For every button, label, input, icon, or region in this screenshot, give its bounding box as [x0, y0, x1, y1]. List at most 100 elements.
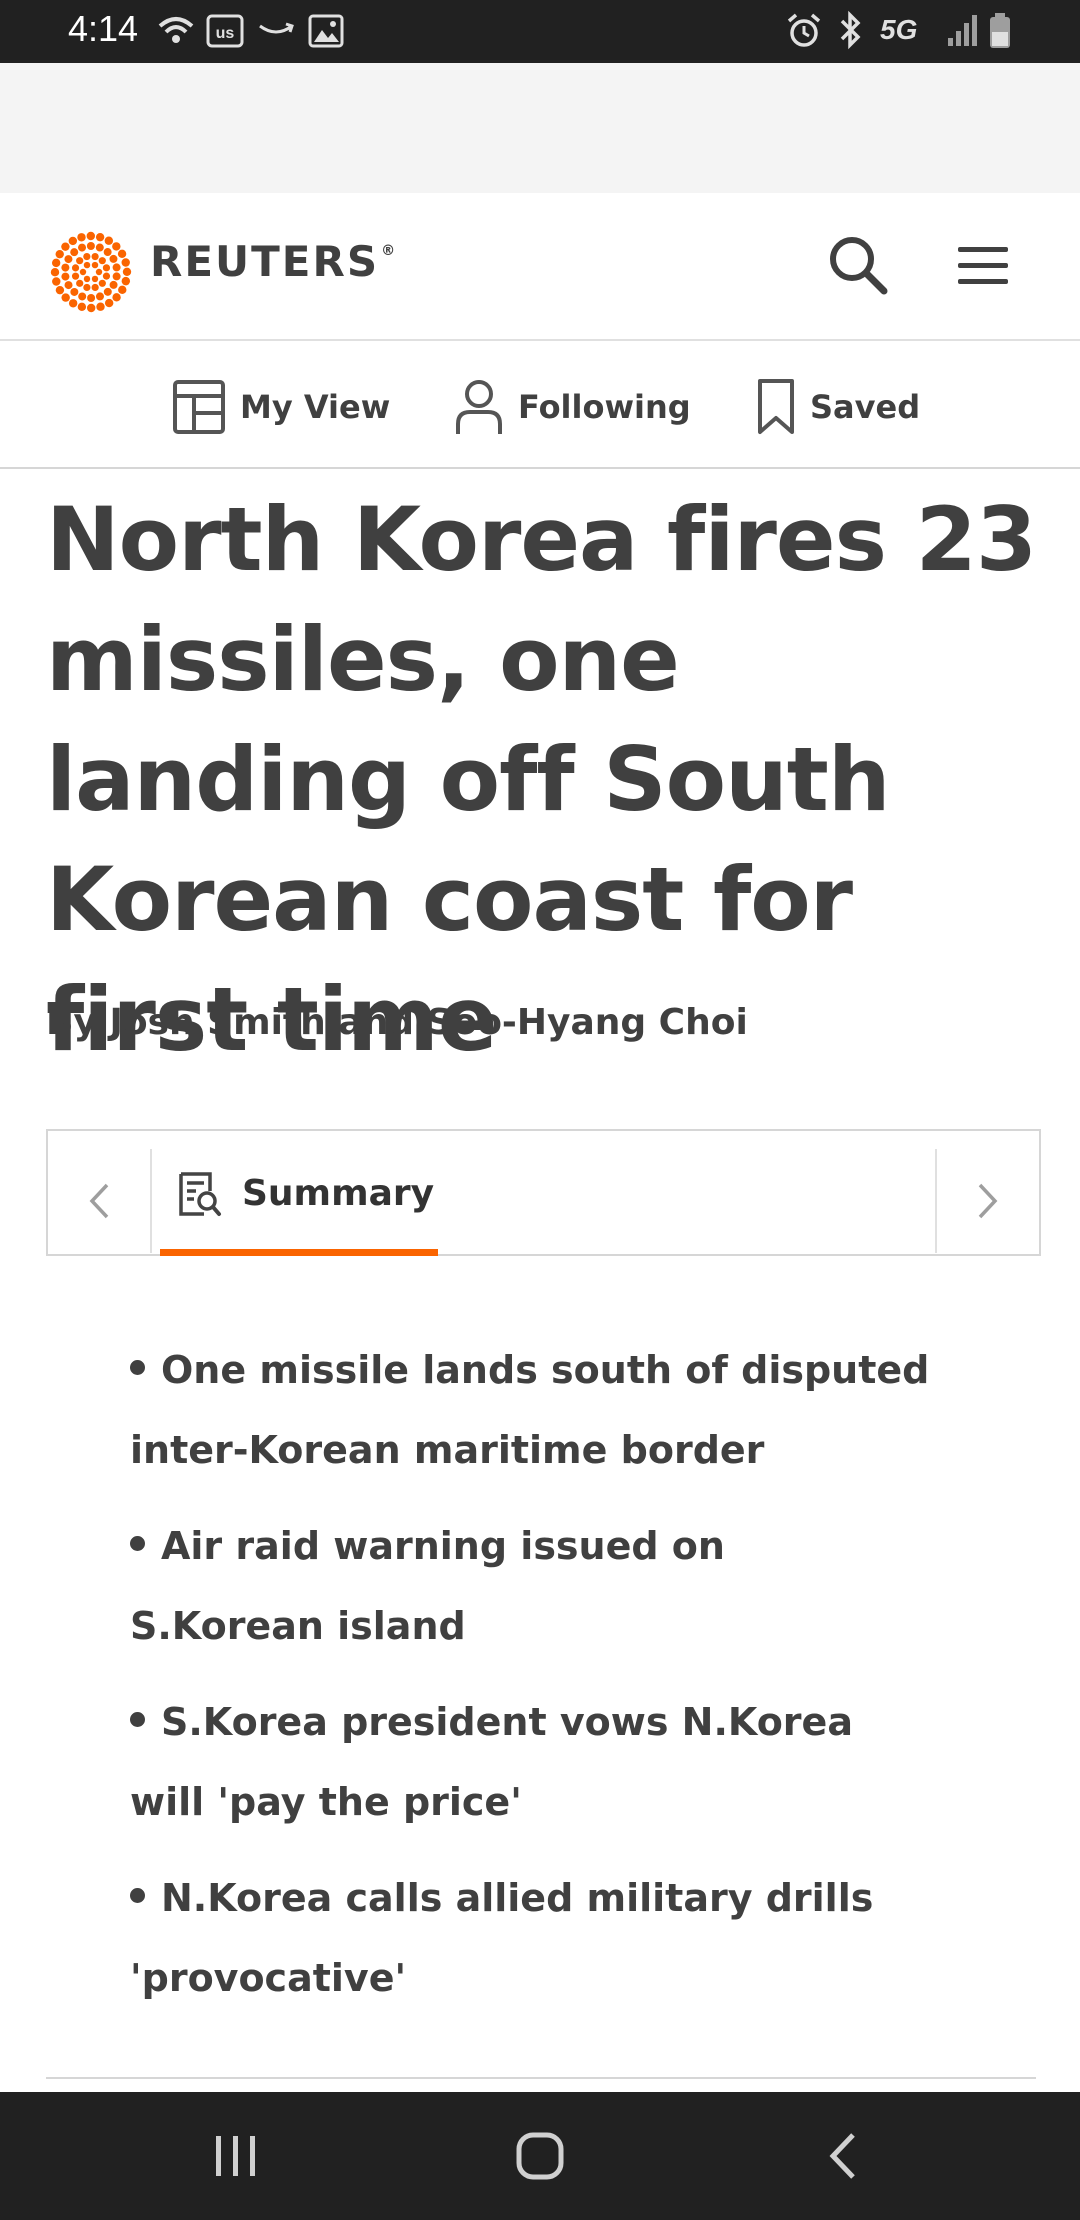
logo-dot: [91, 275, 99, 283]
logo-dot: [112, 263, 121, 272]
summary-item: One missile lands south of disputed inte…: [130, 1330, 930, 1490]
nav-following-label: Following: [518, 388, 691, 426]
search-icon[interactable]: [826, 233, 890, 297]
logo-dot: [76, 279, 84, 287]
us-app-icon: us: [206, 14, 244, 48]
logo-dot: [104, 298, 114, 308]
registered-mark: ®: [381, 243, 398, 259]
logo-dot: [95, 292, 104, 301]
chevron-left-icon: [89, 1183, 109, 1219]
bookmark-icon: [758, 379, 794, 434]
brand-wordmark[interactable]: REUTERS ®: [150, 237, 397, 286]
logo-dot: [68, 236, 78, 246]
nav-my-view[interactable]: My View: [172, 377, 390, 437]
home-icon: [516, 2132, 564, 2180]
amazon-icon: [259, 22, 294, 34]
logo-dot: [61, 242, 70, 251]
logo-dot: [102, 272, 111, 280]
logo-dot: [112, 293, 121, 302]
logo-dot: [70, 248, 79, 257]
logo-dot: [121, 276, 131, 286]
logo-dot: [71, 264, 80, 272]
logo-dot: [83, 275, 91, 283]
status-bar: 4:14 us 5G: [0, 0, 1080, 63]
logo-dot: [64, 255, 73, 264]
logo-dot: [83, 252, 91, 261]
logo-dot: [112, 272, 121, 281]
logo-dot: [61, 263, 70, 272]
network-type: 5G: [880, 14, 918, 45]
logo-dot: [77, 302, 87, 312]
summary-tabbar: Summary: [46, 1129, 1041, 1256]
logo-dot: [109, 280, 118, 289]
tab-prev-button[interactable]: [48, 1149, 152, 1253]
nav-my-view-label: My View: [240, 388, 391, 426]
system-nav-bar: [0, 2092, 1080, 2220]
recent-apps-button[interactable]: [196, 2122, 276, 2190]
logo-dot: [98, 257, 106, 265]
logo-dot: [78, 292, 87, 301]
tab-summary[interactable]: Summary: [156, 1131, 438, 1256]
summary-list: One missile lands south of disputed inte…: [130, 1330, 930, 2034]
logo-dot: [77, 233, 86, 242]
svg-text:us: us: [216, 25, 235, 42]
logo-dot: [83, 261, 91, 269]
logo-dot: [91, 252, 99, 261]
summary-icon: [179, 1171, 221, 1216]
summary-item: Air raid warning issued on S.Korean isla…: [130, 1506, 930, 1666]
menu-icon[interactable]: [956, 243, 1010, 287]
home-button[interactable]: [500, 2122, 580, 2190]
logo-dot: [76, 257, 84, 265]
logo-dot: [83, 283, 91, 292]
reuters-logo-icon[interactable]: [46, 227, 136, 317]
logo-dot: [96, 302, 105, 311]
signal-icon: [948, 15, 977, 46]
logo-dot: [104, 236, 114, 245]
battery-icon: [990, 13, 1010, 48]
logo-dot: [95, 243, 104, 252]
logo-dot: [71, 272, 80, 280]
bullet-dot: [130, 1712, 145, 1727]
summary-item-text: Air raid warning issued on S.Korean isla…: [130, 1524, 725, 1648]
logo-dot: [55, 285, 65, 295]
chevron-right-icon: [978, 1183, 998, 1219]
logo-dot: [86, 242, 95, 251]
summary-item: S.Korea president vows N.Korea will 'pay…: [130, 1682, 930, 1842]
logo-dot: [68, 299, 78, 308]
logo-dot: [103, 248, 112, 257]
image-icon: [308, 14, 344, 48]
status-time: 4:14: [68, 8, 139, 49]
logo-dot: [91, 283, 99, 292]
logo-dot: [118, 285, 127, 295]
logo-dot: [86, 231, 96, 241]
site-header: REUTERS ®: [0, 193, 1080, 341]
recent-apps-icon: [216, 2136, 255, 2176]
screen: 4:14 us 5G REUTERS ® My View Following S…: [0, 0, 1080, 2220]
person-icon: [456, 380, 502, 434]
logo-dot: [55, 249, 64, 259]
summary-item-text: S.Korea president vows N.Korea will 'pay…: [130, 1700, 853, 1824]
logo-dot: [61, 272, 70, 281]
back-icon: [829, 2133, 855, 2179]
summary-item-text: N.Korea calls allied military drills 'pr…: [130, 1876, 874, 2000]
nav-saved[interactable]: Saved: [756, 377, 920, 437]
logo-dot: [51, 258, 61, 268]
tab-next-button[interactable]: [935, 1149, 1039, 1253]
logo-dot: [50, 267, 60, 277]
section-divider: [46, 2077, 1036, 2079]
back-button[interactable]: [802, 2122, 882, 2190]
article-byline[interactable]: By Josh Smith and Soo-Hyang Choi: [46, 1002, 748, 1043]
nav-following[interactable]: Following: [454, 377, 691, 437]
bullet-dot: [130, 1360, 145, 1375]
logo-dot: [52, 277, 61, 286]
tab-summary-label: Summary: [242, 1173, 435, 1214]
logo-dot: [95, 232, 105, 242]
bullet-dot: [130, 1536, 145, 1551]
logo-dot: [64, 281, 73, 290]
logo-dot: [70, 287, 79, 296]
logo-dot: [79, 268, 87, 276]
logo-dot: [117, 249, 127, 259]
nav-saved-label: Saved: [810, 388, 921, 426]
brand-name: REUTERS: [150, 237, 380, 286]
article-headline: North Korea fires 23 missiles, one landi…: [46, 488, 1037, 1071]
